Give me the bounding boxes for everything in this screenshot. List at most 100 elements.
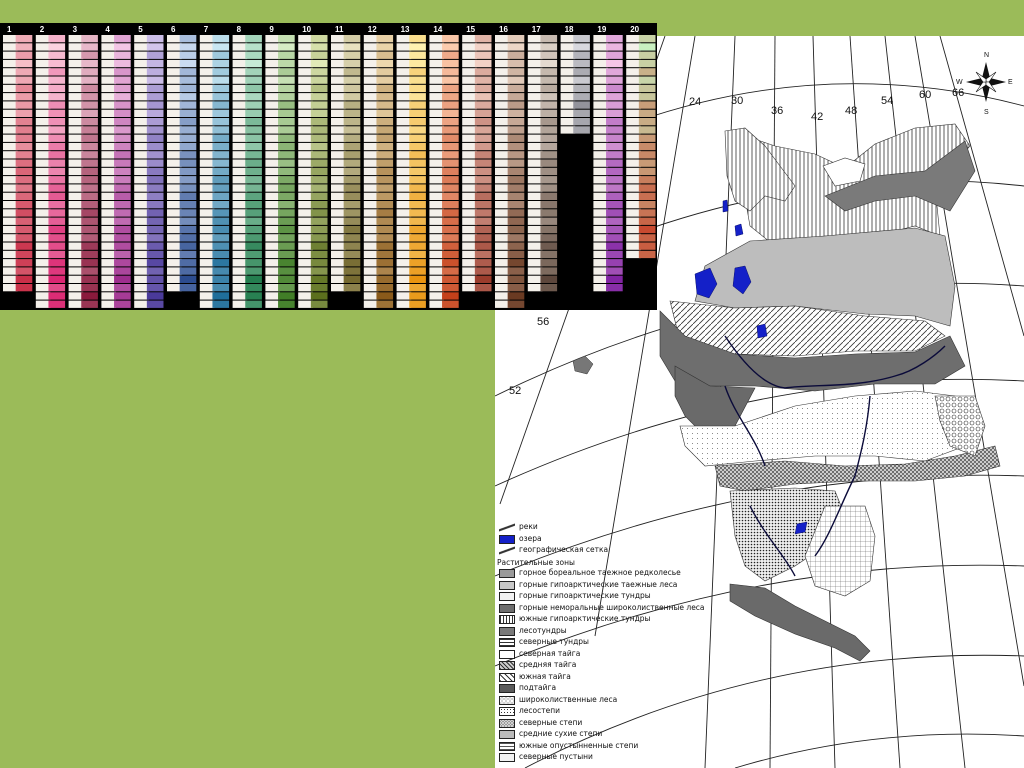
palette-swatch [114, 225, 131, 234]
palette-code-cell [495, 76, 510, 84]
palette-swatch [638, 68, 656, 76]
palette-code-cell [560, 93, 576, 101]
palette-swatch [278, 35, 295, 43]
palette-code-cell [593, 59, 609, 68]
palette-code-cell [101, 43, 117, 51]
palette-swatch [442, 51, 459, 59]
palette-code-cell [232, 59, 248, 68]
palette-code-cell [101, 59, 117, 68]
palette-swatch [409, 59, 426, 68]
palette-swatch [606, 134, 623, 142]
palette-column-number: 12 [368, 25, 377, 34]
palette-code-cell [167, 267, 182, 275]
legend-zone-swatch [499, 741, 515, 751]
palette-code-cell [265, 292, 281, 300]
palette-code-cell [593, 76, 609, 84]
palette-swatch [442, 151, 459, 159]
legend-zone-swatch [499, 684, 515, 693]
palette-swatch [245, 176, 262, 184]
palette-code-cell [232, 35, 248, 43]
palette-swatch [81, 275, 98, 283]
palette-code-cell [363, 159, 379, 167]
palette-swatch [278, 134, 295, 142]
palette-swatch [114, 292, 131, 300]
palette-code-cell [298, 142, 313, 151]
palette-code-cell [134, 259, 149, 267]
palette-code-cell [626, 76, 641, 84]
palette-code-cell [429, 217, 445, 225]
palette-swatch [81, 35, 98, 43]
palette-swatch [114, 101, 131, 109]
palette-swatch [114, 68, 131, 76]
palette-code-cell [527, 76, 543, 84]
palette-swatch [606, 51, 623, 59]
palette-swatch [212, 176, 230, 184]
palette-code-cell [199, 59, 215, 68]
palette-code-cell [35, 101, 51, 109]
palette-code-cell [232, 267, 248, 275]
palette-swatch [343, 275, 361, 283]
palette-swatch [474, 259, 492, 267]
palette-code-cell [35, 292, 51, 300]
palette-swatch [474, 109, 492, 117]
palette-code-cell [593, 192, 609, 200]
palette-swatch [245, 209, 262, 217]
palette-code-cell [68, 259, 84, 267]
palette-swatch [606, 109, 623, 117]
palette-swatch [376, 59, 394, 68]
palette-code-cell [35, 76, 51, 84]
palette-swatch [114, 300, 131, 308]
palette-code-cell [363, 151, 379, 159]
palette-code-cell [199, 225, 215, 234]
palette-swatch [606, 35, 623, 43]
legend-zone-label: подтайга [519, 683, 557, 692]
palette-swatch [310, 184, 328, 192]
palette-code-cell [232, 93, 248, 101]
palette-code-cell [495, 267, 510, 275]
palette-code-cell [134, 192, 149, 200]
palette-code-cell [199, 250, 215, 259]
palette-code-cell [199, 300, 215, 308]
palette-code-cell [495, 176, 510, 184]
palette-swatch [409, 109, 426, 117]
palette-swatch [81, 68, 98, 76]
palette-swatch [81, 192, 98, 200]
palette-code-cell [3, 43, 18, 51]
palette-code-cell [68, 267, 84, 275]
palette-swatch [48, 192, 66, 200]
palette-swatch [409, 159, 426, 167]
palette-code-cell [68, 84, 84, 93]
palette-code-cell [3, 93, 18, 101]
lon-label-66: 66 [952, 87, 964, 99]
palette-code-cell [396, 275, 412, 283]
palette-code-cell [626, 151, 641, 159]
palette-code-cell [331, 275, 346, 283]
palette-swatch [81, 101, 98, 109]
palette-swatch [638, 209, 656, 217]
palette-swatch [278, 259, 295, 267]
palette-swatch [114, 267, 131, 275]
palette-swatch [48, 225, 66, 234]
legend-item-label: географическая сетка [519, 545, 609, 554]
palette-swatch [540, 59, 558, 68]
palette-swatch [376, 93, 394, 101]
palette-swatch [48, 51, 66, 59]
palette-swatch [81, 217, 98, 225]
palette-code-cell [298, 176, 313, 184]
palette-code-cell [101, 267, 117, 275]
palette-swatch [81, 76, 98, 84]
palette-swatch [540, 184, 558, 192]
palette-code-cell [134, 159, 149, 167]
palette-swatch [376, 101, 394, 109]
palette-code-cell [593, 93, 609, 101]
palette-code-cell [265, 275, 281, 283]
palette-swatch [278, 217, 295, 225]
palette-swatch [442, 284, 459, 292]
palette-swatch [81, 109, 98, 117]
palette-swatch [540, 51, 558, 59]
palette-swatch [573, 35, 590, 43]
palette-swatch [507, 225, 525, 234]
palette-code-cell [265, 126, 281, 134]
palette-code-cell [199, 167, 215, 176]
island [572, 355, 594, 375]
